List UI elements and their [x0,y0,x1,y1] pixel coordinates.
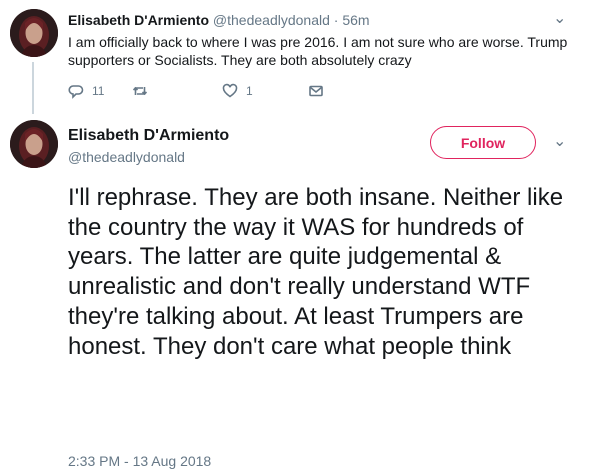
chevron-down-icon[interactable]: ⌄ [553,8,566,28]
heart-icon [222,83,238,98]
envelope-icon [309,85,323,97]
reply-header: Elisabeth D'Armiento @thedeadlydonald · … [68,12,370,28]
avatar-image [10,9,58,57]
reply-author-handle[interactable]: @thedeadlydonald [213,12,330,28]
avatar[interactable] [10,120,58,168]
follow-button[interactable]: Follow [430,126,536,159]
reply-text: I am officially back to where I was pre … [68,34,568,68]
tweet-author-handle[interactable]: @thedeadlydonald [68,149,185,165]
thread-connector-line [32,62,34,114]
reply-time[interactable]: · 56m [334,12,370,28]
retweet-button[interactable] [132,83,222,99]
avatar-image [10,120,58,168]
like-button[interactable]: 1 [222,83,308,99]
tweet-text: I'll rephrase. They are both insane. Nei… [68,184,564,360]
reply-button[interactable]: 11 [68,83,132,99]
reply-count: 11 [92,84,105,98]
reply-icon [68,85,84,99]
tweet-timestamp[interactable]: 2:33 PM - 13 Aug 2018 [68,453,211,469]
like-count: 1 [246,84,253,98]
chevron-down-icon[interactable]: ⌄ [553,131,566,151]
reply-author-name[interactable]: Elisabeth D'Armiento [68,12,209,28]
reply-action-bar: 11 1 [68,82,324,100]
avatar[interactable] [10,9,58,57]
tweet-author-name[interactable]: Elisabeth D'Armiento [68,127,229,145]
direct-message-button[interactable] [308,83,324,99]
retweet-icon [132,86,148,96]
